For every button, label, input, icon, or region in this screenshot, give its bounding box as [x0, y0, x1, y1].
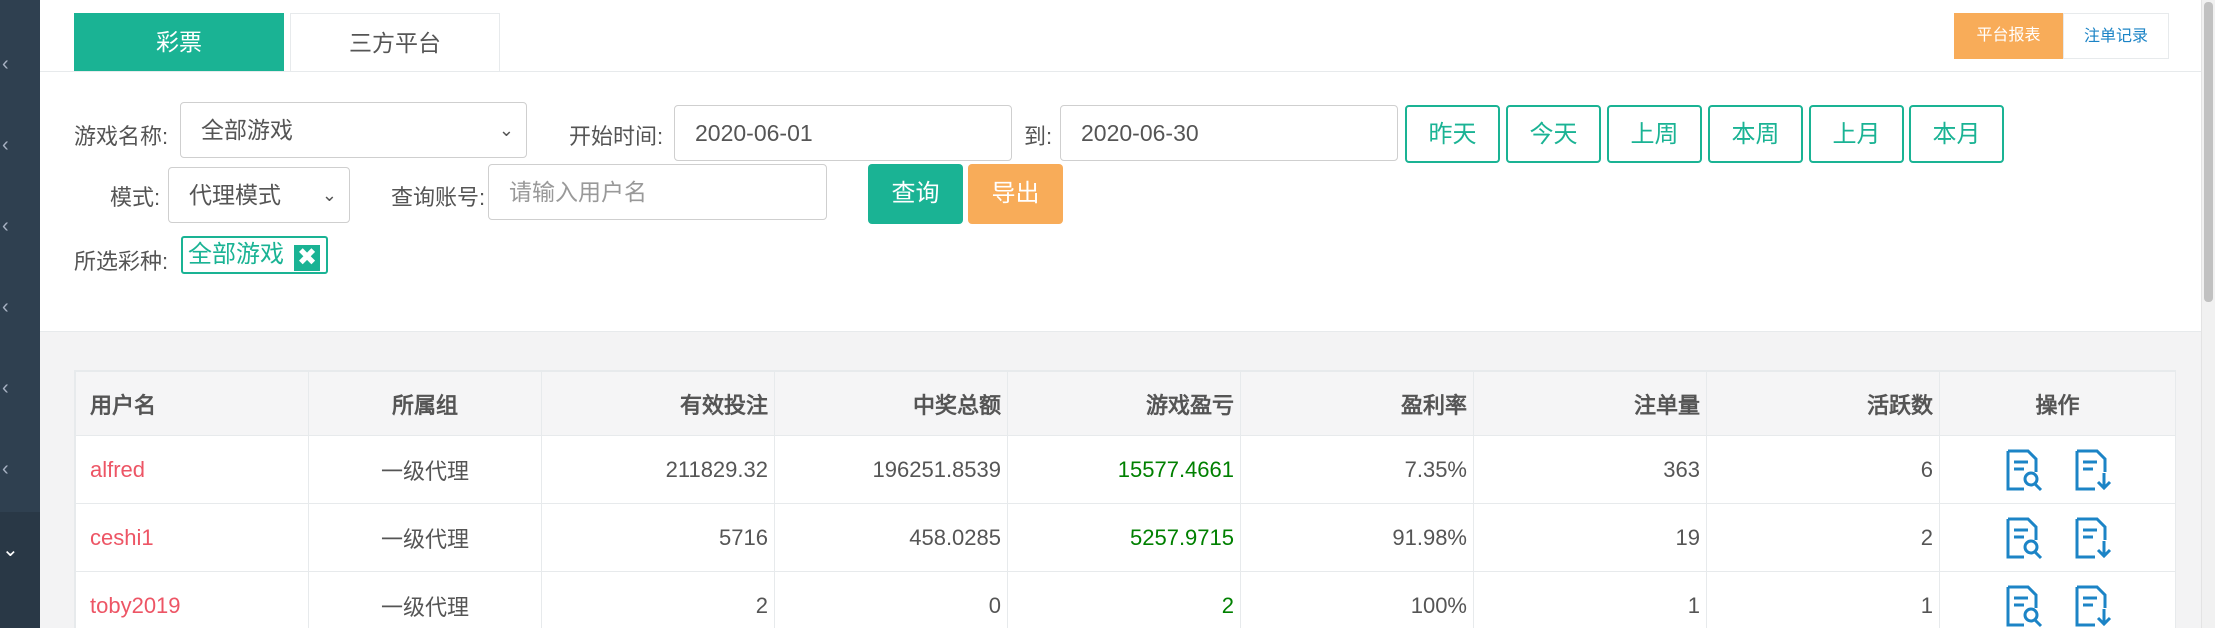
to-label: 到:	[1024, 124, 1053, 149]
header-group[interactable]: 所属组	[308, 371, 542, 436]
table-row: toby2019 一级代理 2 0 2 100% 1 1	[75, 571, 2176, 628]
actions-cell	[1939, 503, 2176, 572]
bet-records-button[interactable]: 注单记录	[2063, 13, 2169, 59]
valid-bet-cell: 211829.32	[541, 435, 775, 504]
report-export-icon[interactable]	[2071, 584, 2113, 628]
last-month-button[interactable]: 上月	[1809, 105, 1904, 163]
sidebar: ‹ ‹ ‹ ‹ ‹ ‹ ⌄	[0, 0, 40, 628]
report-search-icon[interactable]	[2002, 448, 2044, 492]
header-profit[interactable]: 游戏盈亏	[1007, 371, 1241, 436]
selected-game-tag: 全部游戏 ✖	[181, 236, 328, 274]
sidebar-chevron-down-icon[interactable]: ⌄	[0, 530, 40, 570]
this-month-button[interactable]: 本月	[1909, 105, 2004, 163]
mode-value: 代理模式	[189, 182, 281, 208]
total-win-cell: 0	[774, 571, 1008, 628]
selected-game-tag-label: 全部游戏	[188, 241, 284, 268]
profit-rate-cell: 7.35%	[1240, 435, 1474, 504]
start-time-label: 开始时间:	[569, 124, 664, 149]
header-orders[interactable]: 注单量	[1473, 371, 1707, 436]
valid-bet-cell: 5716	[541, 503, 775, 572]
username-cell[interactable]: ceshi1	[75, 503, 309, 572]
vertical-scrollbar[interactable]	[2201, 0, 2215, 628]
actions-cell	[1939, 435, 2176, 504]
report-search-icon[interactable]	[2002, 516, 2044, 560]
chevron-down-icon: ⌄	[498, 120, 514, 140]
table-row: ceshi1 一级代理 5716 458.0285 5257.9715 91.9…	[75, 503, 2176, 572]
game-name-select[interactable]: 全部游戏 ⌄	[180, 102, 527, 158]
account-label: 查询账号:	[391, 185, 486, 210]
main-content: 彩票 三方平台 平台报表 注单记录 游戏名称: 全部游戏 ⌄ 开始时间: 202…	[40, 0, 2201, 628]
username-cell[interactable]: toby2019	[75, 571, 309, 628]
header-active[interactable]: 活跃数	[1706, 371, 1940, 436]
tab-third-party[interactable]: 三方平台	[290, 13, 500, 71]
account-input[interactable]: 请输入用户名	[488, 164, 827, 220]
today-button[interactable]: 今天	[1506, 105, 1601, 163]
game-name-label: 游戏名称:	[74, 124, 169, 149]
mode-label: 模式:	[110, 185, 161, 210]
sidebar-chevron-icon[interactable]: ‹	[0, 206, 40, 246]
table-row: alfred 一级代理 211829.32 196251.8539 15577.…	[75, 435, 2176, 504]
header-total-win[interactable]: 中奖总额	[774, 371, 1008, 436]
group-cell: 一级代理	[308, 571, 542, 628]
search-button[interactable]: 查询	[868, 164, 963, 224]
total-win-cell: 196251.8539	[774, 435, 1008, 504]
total-win-cell: 458.0285	[774, 503, 1008, 572]
tab-lottery[interactable]: 彩票	[74, 13, 284, 71]
filter-panel: 彩票 三方平台 平台报表 注单记录 游戏名称: 全部游戏 ⌄ 开始时间: 202…	[40, 0, 2201, 332]
chevron-down-icon: ⌄	[321, 185, 337, 205]
valid-bet-cell: 2	[541, 571, 775, 628]
actions-cell	[1939, 571, 2176, 628]
header-valid-bet[interactable]: 有效投注	[541, 371, 775, 436]
group-cell: 一级代理	[308, 435, 542, 504]
report-search-icon[interactable]	[2002, 584, 2044, 628]
header-username[interactable]: 用户名	[75, 371, 309, 436]
profit-cell: 2	[1007, 571, 1241, 628]
report-export-icon[interactable]	[2071, 516, 2113, 560]
scrollbar-thumb[interactable]	[2204, 2, 2213, 302]
game-name-value: 全部游戏	[201, 117, 293, 143]
profit-cell: 15577.4661	[1007, 435, 1241, 504]
sidebar-chevron-icon[interactable]: ‹	[0, 44, 40, 84]
yesterday-button[interactable]: 昨天	[1405, 105, 1500, 163]
sidebar-chevron-icon[interactable]: ‹	[0, 125, 40, 165]
platform-report-button[interactable]: 平台报表	[1954, 13, 2063, 59]
export-button[interactable]: 导出	[968, 164, 1063, 224]
username-cell[interactable]: alfred	[75, 435, 309, 504]
profit-rate-cell: 91.98%	[1240, 503, 1474, 572]
active-cell: 1	[1706, 571, 1940, 628]
orders-cell: 363	[1473, 435, 1707, 504]
start-date-input[interactable]: 2020-06-01	[674, 105, 1012, 161]
header-profit-rate[interactable]: 盈利率	[1240, 371, 1474, 436]
last-week-button[interactable]: 上周	[1607, 105, 1702, 163]
table-header-row: 用户名 所属组 有效投注 中奖总额 游戏盈亏 盈利率 注单量 活跃数 操作	[75, 371, 2176, 436]
report-table: 用户名 所属组 有效投注 中奖总额 游戏盈亏 盈利率 注单量 活跃数 操作 al…	[75, 371, 2176, 628]
active-cell: 6	[1706, 435, 1940, 504]
header-actions: 操作	[1939, 371, 2176, 436]
report-export-icon[interactable]	[2071, 448, 2113, 492]
remove-tag-icon[interactable]: ✖	[294, 245, 320, 271]
group-cell: 一级代理	[308, 503, 542, 572]
mode-select[interactable]: 代理模式 ⌄	[168, 167, 350, 223]
this-week-button[interactable]: 本周	[1708, 105, 1803, 163]
profit-rate-cell: 100%	[1240, 571, 1474, 628]
sidebar-chevron-icon[interactable]: ‹	[0, 287, 40, 327]
report-table-container: 用户名 所属组 有效投注 中奖总额 游戏盈亏 盈利率 注单量 活跃数 操作 al…	[74, 370, 2176, 628]
orders-cell: 1	[1473, 571, 1707, 628]
profit-cell: 5257.9715	[1007, 503, 1241, 572]
sidebar-chevron-icon[interactable]: ‹	[0, 449, 40, 489]
active-cell: 2	[1706, 503, 1940, 572]
selected-games-label: 所选彩种:	[74, 249, 169, 274]
orders-cell: 19	[1473, 503, 1707, 572]
end-date-input[interactable]: 2020-06-30	[1060, 105, 1398, 161]
sidebar-chevron-icon[interactable]: ‹	[0, 368, 40, 408]
